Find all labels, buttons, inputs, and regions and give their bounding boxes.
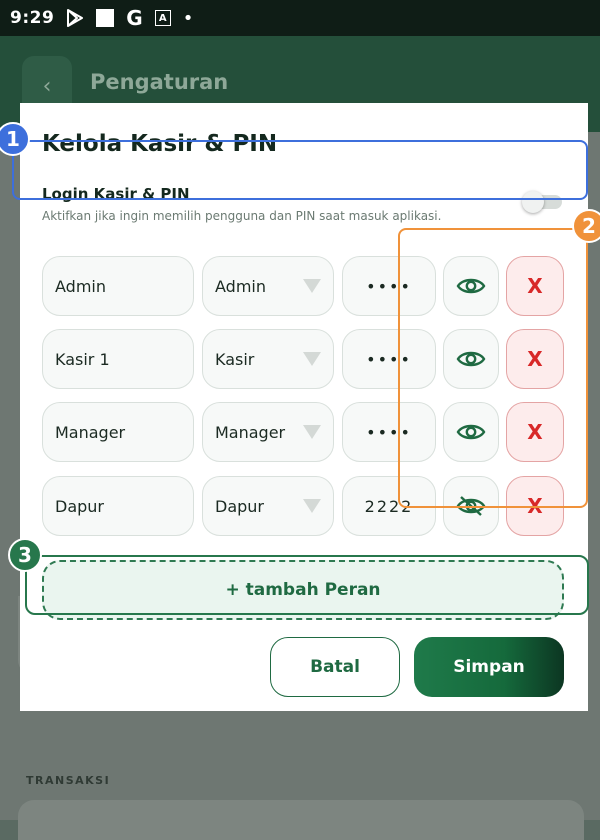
toggle-pin-visibility-button[interactable] [443, 329, 499, 389]
login-toggle-switch[interactable] [522, 191, 562, 213]
delete-user-button[interactable]: X [506, 476, 564, 536]
chevron-down-icon [303, 352, 321, 366]
eye-icon [456, 278, 486, 294]
section-label-transaksi: TRANSAKSI [26, 774, 111, 787]
toggle-pin-visibility-button[interactable] [443, 256, 499, 316]
chevron-down-icon [303, 425, 321, 439]
role-select[interactable]: Kasir [202, 329, 334, 389]
google-icon: G [126, 6, 143, 30]
page-title: Pengaturan [90, 70, 229, 94]
pin-input[interactable]: •••• [342, 329, 436, 389]
save-button[interactable]: Simpan [414, 637, 564, 697]
role-select[interactable]: Manager [202, 402, 334, 462]
role-select-value: Manager [215, 422, 286, 442]
manage-cashier-dialog: Kelola Kasir & PIN Login Kasir & PIN Akt… [20, 103, 588, 711]
user-name-input[interactable]: Dapur [42, 476, 194, 536]
dialog-title: Kelola Kasir & PIN [42, 131, 278, 157]
eye-icon [456, 351, 486, 367]
user-row: Kasir 1 Kasir •••• X [42, 329, 566, 393]
background-card-transaksi [18, 800, 584, 840]
a-box-glyph: A [154, 10, 171, 26]
role-select-value: Dapur [215, 496, 264, 516]
cancel-button[interactable]: Batal [270, 637, 400, 697]
a-box-icon: A [154, 10, 171, 26]
user-row: Dapur Dapur 2222 X [42, 476, 566, 540]
user-name-input[interactable]: Kasir 1 [42, 329, 194, 389]
play-store-icon [66, 9, 84, 27]
toggle-pin-visibility-button[interactable] [443, 402, 499, 462]
role-select-value: Admin [215, 276, 266, 296]
annotation-badge-3: 3 [8, 538, 42, 572]
user-row: Manager Manager •••• X [42, 402, 566, 466]
add-role-button[interactable]: + tambah Peran [42, 560, 564, 620]
square-notification-icon [96, 9, 115, 27]
delete-user-button[interactable]: X [506, 329, 564, 389]
role-select[interactable]: Dapur [202, 476, 334, 536]
user-name-input[interactable]: Admin [42, 256, 194, 316]
chevron-left-icon: ‹ [42, 73, 52, 99]
pin-input[interactable]: •••• [342, 256, 436, 316]
status-bar: 9:29 G A • [0, 0, 600, 36]
pin-input[interactable]: 2222 [342, 476, 436, 536]
chevron-down-icon [303, 499, 321, 513]
login-toggle-label: Login Kasir & PIN [42, 185, 190, 203]
toggle-knob [522, 191, 544, 213]
annotation-badge-2: 2 [572, 209, 600, 243]
pin-input[interactable]: •••• [342, 402, 436, 462]
chevron-down-icon [303, 279, 321, 293]
delete-user-button[interactable]: X [506, 256, 564, 316]
delete-user-button[interactable]: X [506, 402, 564, 462]
dot-icon: • [182, 7, 194, 29]
role-select-value: Kasir [215, 349, 255, 369]
eye-icon [456, 424, 486, 440]
user-row: Admin Admin •••• X [42, 256, 566, 320]
eye-off-icon [456, 496, 486, 516]
toggle-pin-visibility-button[interactable] [443, 476, 499, 536]
login-toggle-description: Aktifkan jika ingin memilih pengguna dan… [42, 209, 442, 223]
status-time: 9:29 [10, 8, 55, 28]
login-toggle-row: Login Kasir & PIN Aktifkan jika ingin me… [42, 183, 566, 227]
role-select[interactable]: Admin [202, 256, 334, 316]
user-name-input[interactable]: Manager [42, 402, 194, 462]
